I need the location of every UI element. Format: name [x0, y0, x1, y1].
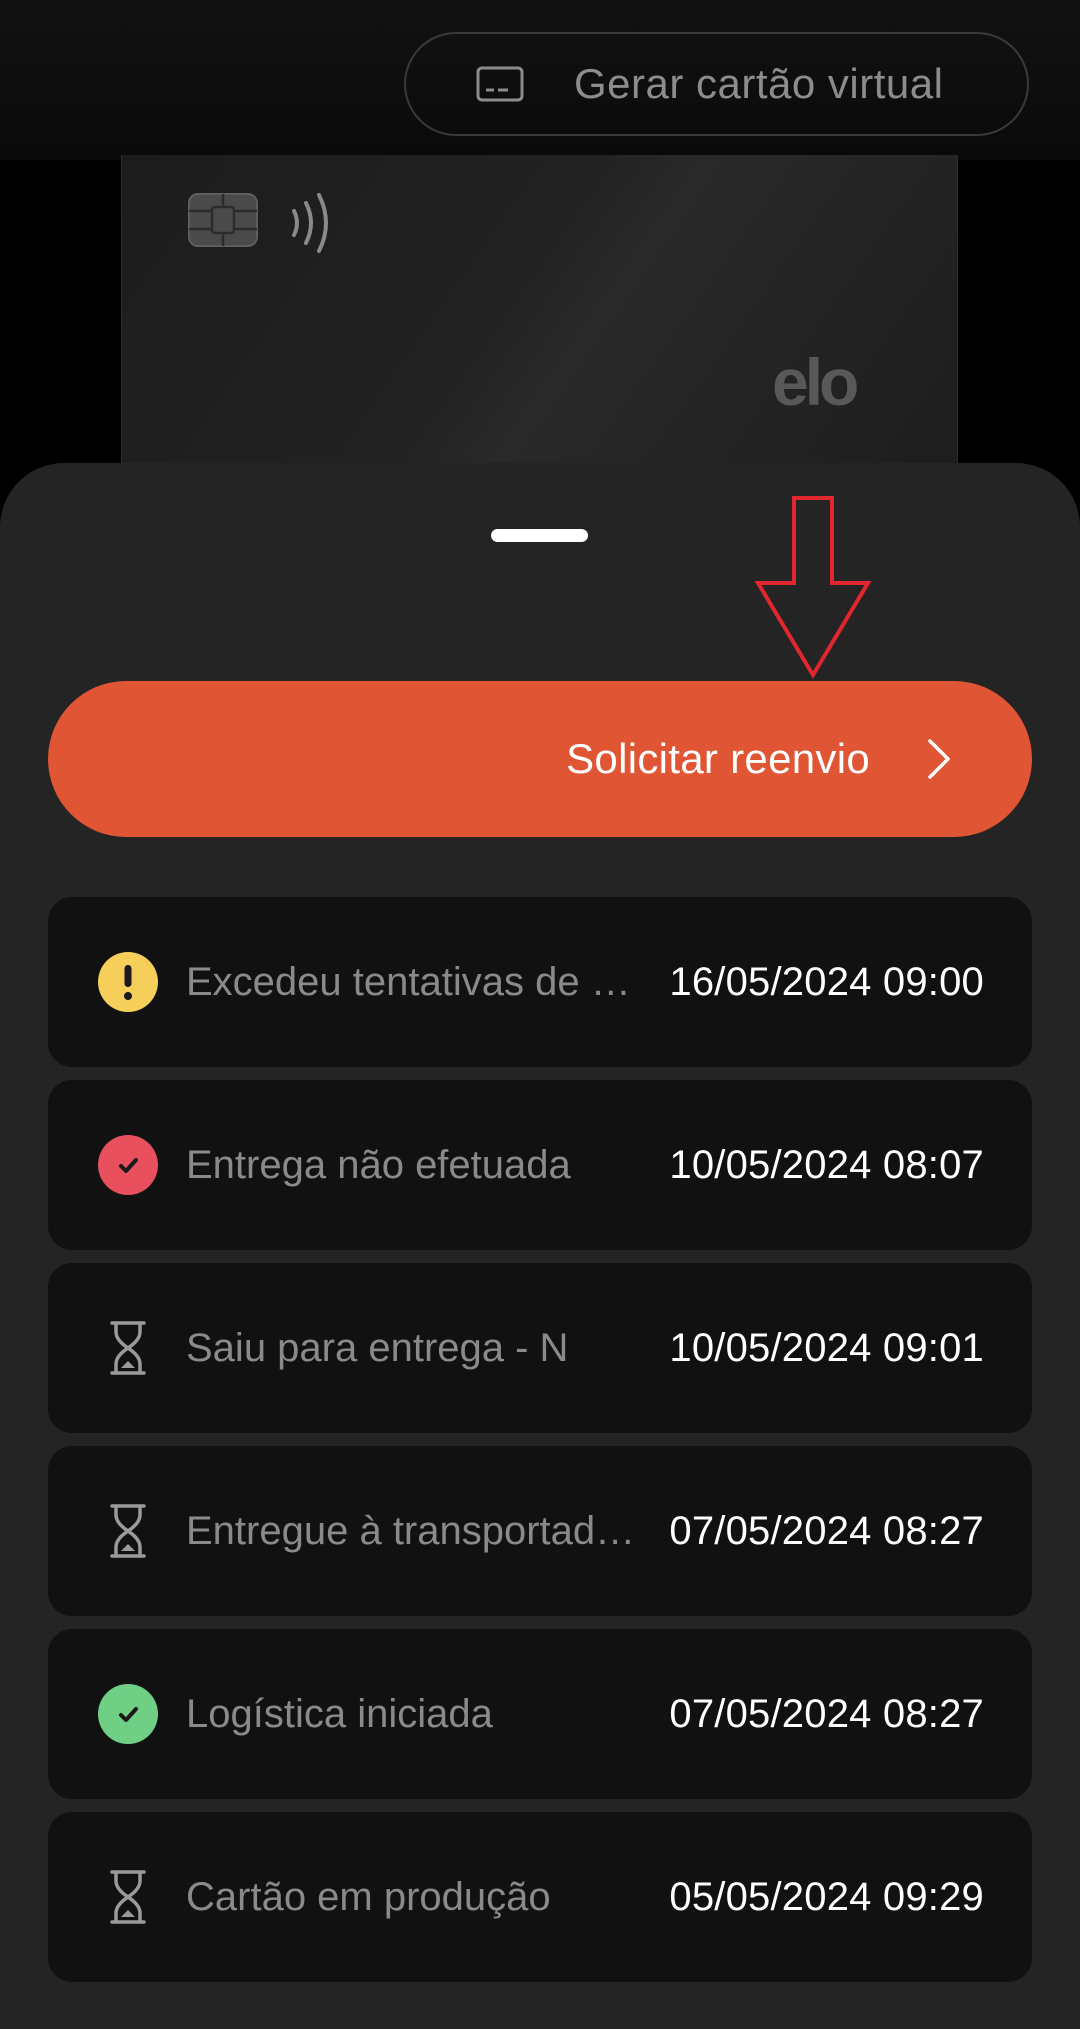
chip-icon	[188, 193, 258, 247]
top-bar: Gerar cartão virtual	[0, 0, 1080, 160]
delivery-status-sheet: Solicitar reenvio Excedeu tentativas de …	[0, 463, 1080, 2029]
elo-brand-logo: elo	[772, 355, 861, 415]
status-text: Entrega não efetuada	[186, 1143, 571, 1187]
credit-card: elo	[121, 155, 958, 485]
status-date: 16/05/2024 09:00	[669, 960, 984, 1004]
generate-virtual-card-label: Gerar cartão virtual	[574, 60, 944, 107]
status-row[interactable]: Entrega não efetuada 10/05/2024 08:07	[48, 1080, 1032, 1250]
status-text: Entregue à transportadora	[186, 1509, 636, 1553]
request-resend-label: Solicitar reenvio	[566, 735, 870, 782]
card-outline-icon	[476, 66, 524, 102]
status-date: 10/05/2024 08:07	[669, 1143, 984, 1187]
status-row[interactable]: Logística iniciada 07/05/2024 08:27	[48, 1629, 1032, 1799]
contactless-icon	[288, 189, 340, 257]
request-resend-button[interactable]: Solicitar reenvio	[48, 681, 1032, 837]
hourglass-icon	[98, 1867, 158, 1927]
annotation-arrow-down-icon	[754, 496, 872, 679]
status-row[interactable]: Saiu para entrega - N 10/05/2024 09:01	[48, 1263, 1032, 1433]
delivery-status-list: Excedeu tentativas de entrega 16/05/2024…	[48, 897, 1032, 1995]
status-date: 05/05/2024 09:29	[669, 1875, 984, 1919]
hourglass-icon	[98, 1318, 158, 1378]
status-date: 07/05/2024 08:27	[669, 1509, 984, 1553]
status-row[interactable]: Excedeu tentativas de entrega 16/05/2024…	[48, 897, 1032, 1067]
status-text: Excedeu tentativas de entrega	[186, 960, 636, 1004]
sheet-drag-handle[interactable]	[491, 529, 588, 542]
hourglass-icon	[98, 1501, 158, 1561]
status-text: Logística iniciada	[186, 1692, 493, 1736]
check-green-icon	[98, 1684, 158, 1744]
status-row[interactable]: Cartão em produção 05/05/2024 09:29	[48, 1812, 1032, 1982]
check-red-icon	[98, 1135, 158, 1195]
status-date: 10/05/2024 09:01	[669, 1326, 984, 1370]
status-text: Saiu para entrega - N	[186, 1326, 569, 1370]
status-row[interactable]: Entregue à transportadora 07/05/2024 08:…	[48, 1446, 1032, 1616]
chevron-right-icon	[926, 737, 952, 781]
status-date: 07/05/2024 08:27	[669, 1692, 984, 1736]
warning-icon	[98, 952, 158, 1012]
generate-virtual-card-button[interactable]: Gerar cartão virtual	[404, 32, 1029, 136]
elo-logo-text: elo	[772, 355, 857, 415]
status-text: Cartão em produção	[186, 1875, 551, 1919]
